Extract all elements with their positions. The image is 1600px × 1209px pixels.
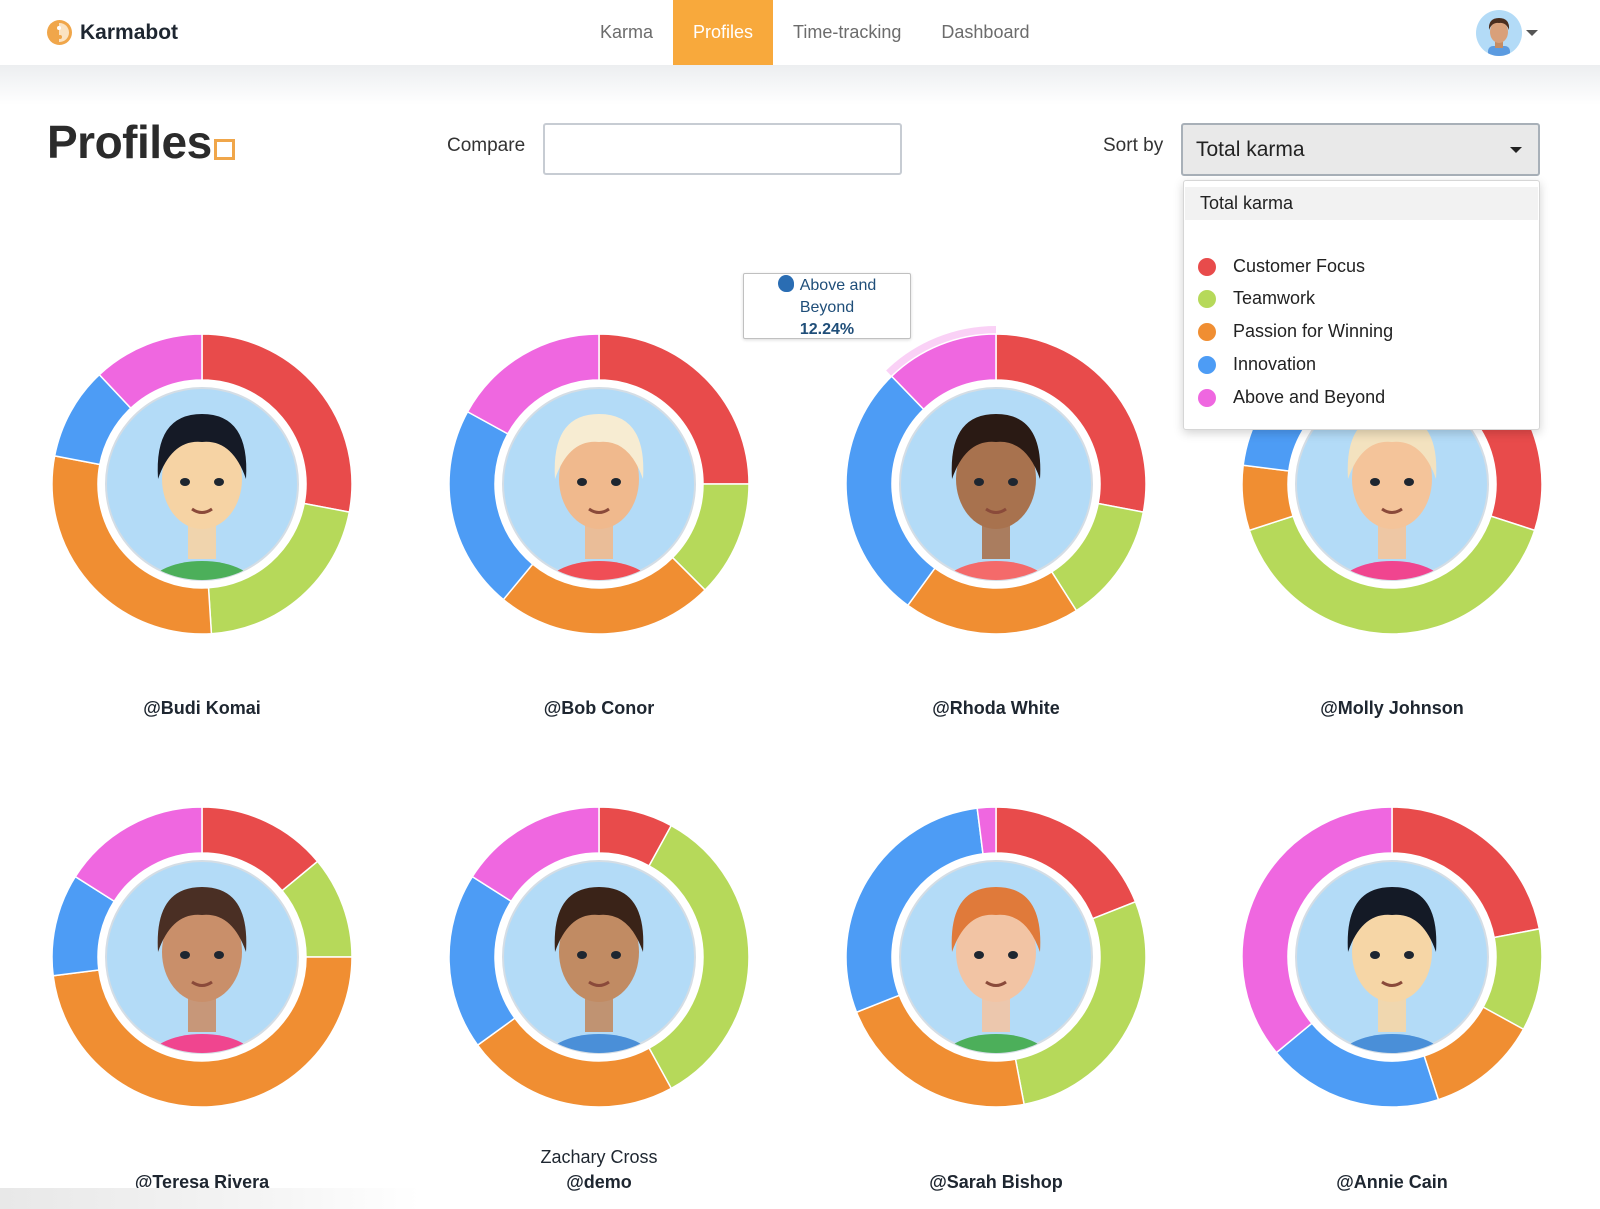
chevron-down-icon [1526, 30, 1538, 36]
compare-label: Compare [447, 135, 526, 156]
nav-links: Karma Profiles Time-tracking Dashboard [580, 0, 1049, 65]
option-label: Passion for Winning [1233, 321, 1394, 341]
bottom-fade [0, 1188, 420, 1209]
donut-chart[interactable] [836, 797, 1156, 1117]
brand[interactable]: Karmabot [47, 20, 178, 45]
blue-dot-icon [1198, 355, 1216, 374]
profile-handle[interactable]: @Molly Johnson [1222, 698, 1562, 719]
option-label: Customer Focus [1233, 256, 1366, 276]
profile-handle[interactable]: @Rhoda White [826, 698, 1166, 719]
option-label: Teamwork [1233, 288, 1316, 308]
brand-name: Karmabot [80, 20, 179, 44]
donut-chart[interactable] [836, 324, 1156, 644]
chart-tooltip: Above and Beyond 12.24% [743, 273, 911, 339]
yin-yang-icon [47, 20, 72, 45]
dropdown-option-teamwork[interactable]: Teamwork [1198, 288, 1315, 309]
compare-input[interactable] [543, 123, 902, 175]
caret-down-icon [1510, 147, 1522, 153]
user-menu[interactable] [1476, 10, 1538, 56]
orange-dot-icon [1198, 322, 1216, 341]
profile-full-name: Zachary Cross [540, 1147, 658, 1167]
nav-link-profiles[interactable]: Profiles [673, 0, 774, 65]
profile-handle[interactable]: @demo [429, 1172, 769, 1193]
nav-link-time-tracking[interactable]: Time-tracking [773, 0, 921, 65]
profile-handle[interactable]: @Budi Komai [32, 698, 372, 719]
donut-chart[interactable] [439, 324, 759, 644]
nav-shadow [0, 65, 1600, 105]
profile-handle[interactable]: @Annie Cain [1222, 1172, 1562, 1193]
option-label: Above and Beyond [1233, 387, 1386, 407]
navbar: Karmabot Karma Profiles Time-tracking Da… [0, 0, 1600, 65]
dropdown-option-passion-for-winning[interactable]: Passion for Winning [1198, 321, 1393, 342]
donut-chart[interactable] [1232, 797, 1552, 1117]
dropdown-option-total-karma[interactable]: Total karma [1185, 187, 1538, 220]
tooltip-line1: Above and [799, 277, 877, 294]
option-label: Innovation [1233, 354, 1317, 374]
sort-select-value: Total karma [1196, 138, 1305, 161]
donut-chart[interactable] [439, 797, 759, 1117]
profile-handle[interactable]: @Sarah Bishop [826, 1172, 1166, 1193]
nav-link-dashboard[interactable]: Dashboard [921, 0, 1049, 65]
green-dot-icon [1198, 289, 1216, 308]
pink-dot-icon [1198, 388, 1216, 407]
sort-dropdown-menu: Total karma Customer Focus Teamwork Pass… [1183, 180, 1540, 430]
donut-chart[interactable] [42, 797, 362, 1117]
speaking-head-icon [777, 275, 794, 292]
donut-chart[interactable] [42, 324, 362, 644]
square-outline-icon[interactable] [214, 139, 235, 160]
dropdown-option-customer-focus[interactable]: Customer Focus [1198, 256, 1365, 277]
tooltip-value: 12.24% [799, 321, 855, 338]
red-dot-icon [1198, 257, 1216, 276]
profile-handle[interactable]: @Bob Conor [429, 698, 769, 719]
dropdown-option-above-and-beyond[interactable]: Above and Beyond [1198, 387, 1385, 408]
sort-select[interactable]: Total karma [1181, 123, 1540, 176]
dropdown-option-innovation[interactable]: Innovation [1198, 354, 1316, 375]
tooltip-line2: Beyond [799, 299, 855, 316]
nav-link-karma[interactable]: Karma [580, 0, 673, 65]
page-title: Profiles [47, 116, 212, 168]
sort-label: Sort by [1103, 135, 1164, 156]
user-avatar [1476, 10, 1522, 56]
